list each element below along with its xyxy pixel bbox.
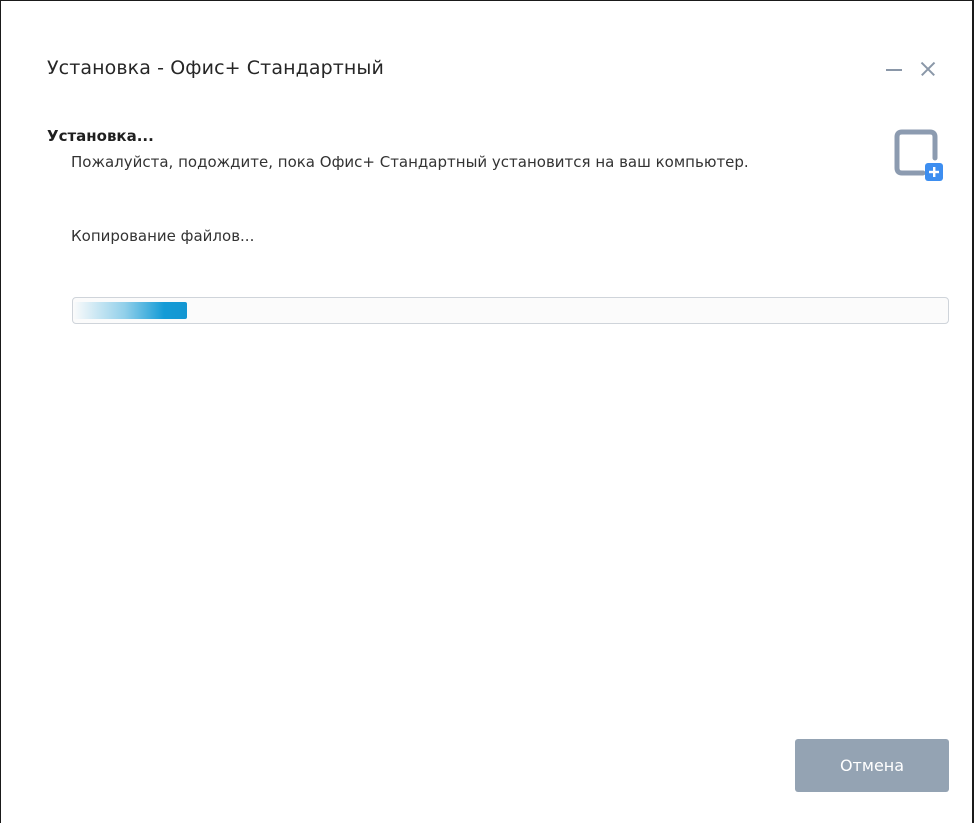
close-icon[interactable] — [918, 59, 938, 79]
page-heading: Установка... — [47, 127, 154, 145]
window-title: Установка - Офис+ Стандартный — [47, 57, 384, 79]
progress-status-text: Копирование файлов... — [71, 227, 255, 245]
window-controls — [884, 59, 938, 79]
cancel-button[interactable]: Отмена — [795, 739, 949, 792]
progress-bar — [72, 297, 949, 324]
progress-bar-fill — [73, 302, 187, 319]
installer-window: Установка - Офис+ Стандартный Установка.… — [0, 0, 974, 823]
page-description: Пожалуйста, подождите, пока Офис+ Станда… — [71, 153, 749, 171]
minimize-icon[interactable] — [884, 59, 904, 79]
install-app-icon — [894, 129, 943, 181]
